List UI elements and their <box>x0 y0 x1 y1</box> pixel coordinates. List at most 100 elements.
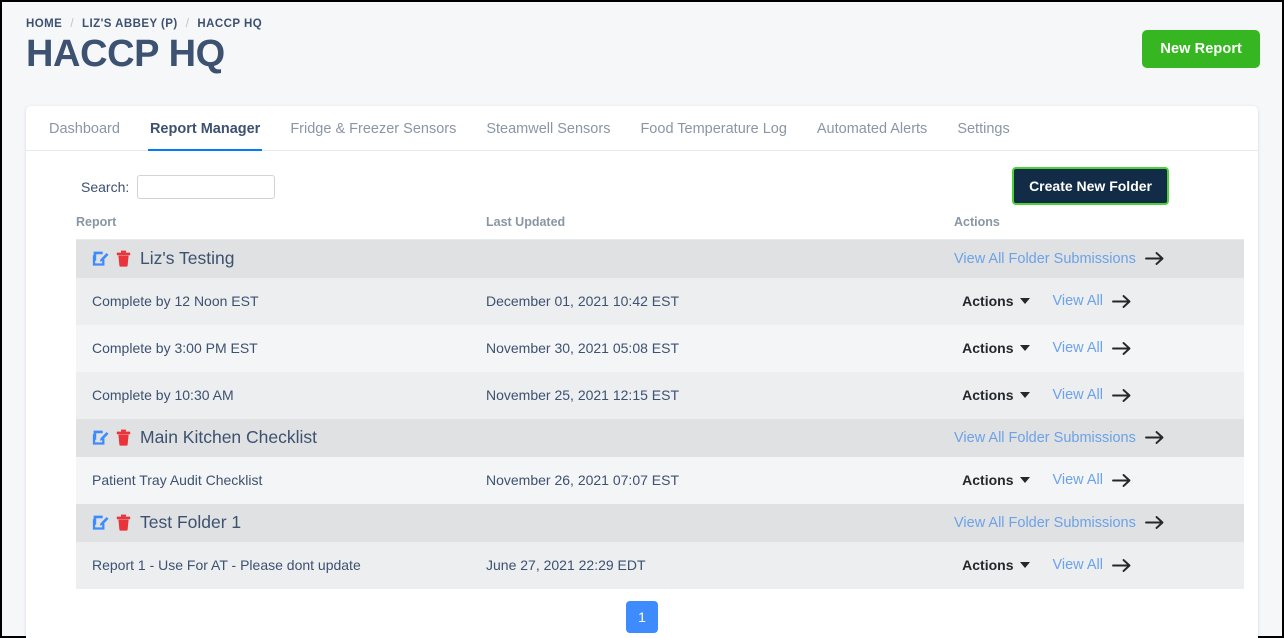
view-all-link[interactable]: View All <box>1052 340 1132 356</box>
row-actions-cell: Actions View All <box>954 456 1244 504</box>
create-new-folder-button[interactable]: Create New Folder <box>1012 167 1169 205</box>
search-input[interactable] <box>137 175 276 199</box>
arrow-right-icon <box>1112 473 1132 488</box>
trash-icon[interactable] <box>116 429 131 446</box>
view-all-link[interactable]: View All <box>1052 472 1132 488</box>
last-updated-cell: November 30, 2021 05:08 EST <box>486 324 954 372</box>
new-report-button[interactable]: New Report <box>1142 30 1260 68</box>
view-all-link[interactable]: View All <box>1052 387 1132 403</box>
view-all-folder-submissions-label: View All Folder Submissions <box>954 250 1136 267</box>
report-name-cell: Complete by 3:00 PM EST <box>76 324 486 372</box>
table-body: Liz's Testing View All Folder Submissions… <box>76 239 1244 589</box>
folder-actions-cell: View All Folder Submissions <box>954 418 1244 457</box>
report-name: Complete by 3:00 PM EST <box>92 340 258 356</box>
table-row: Complete by 12 Noon EST December 01, 2021… <box>76 277 1244 325</box>
folder-name-cell: Main Kitchen Checklist <box>76 418 954 457</box>
breadcrumb-item-current: HACCP HQ <box>197 18 263 30</box>
pagination: 1 <box>42 600 1242 633</box>
actions-dropdown-label: Actions <box>962 293 1014 309</box>
chevron-down-icon <box>1020 298 1031 304</box>
actions-dropdown-label: Actions <box>962 387 1014 403</box>
arrow-right-icon <box>1112 341 1132 356</box>
breadcrumb-separator: / <box>70 18 74 30</box>
column-header-report: Report <box>76 209 486 240</box>
row-actions-cell: Actions View All <box>954 277 1244 325</box>
actions-dropdown-label: Actions <box>962 557 1014 573</box>
arrow-right-icon <box>1112 388 1132 403</box>
view-all-label: View All <box>1052 340 1103 356</box>
tab-steamwell-sensors[interactable]: Steamwell Sensors <box>471 106 625 150</box>
last-updated-value: November 26, 2021 07:07 EST <box>486 472 680 488</box>
view-all-folder-submissions-link[interactable]: View All Folder Submissions <box>954 430 1244 446</box>
breadcrumb-item-home[interactable]: HOME <box>26 18 62 30</box>
view-all-folder-submissions-link[interactable]: View All Folder Submissions <box>954 515 1244 531</box>
tab-bar: Dashboard Report Manager Fridge & Freeze… <box>26 106 1258 151</box>
table-row: Complete by 10:30 AM November 25, 2021 12… <box>76 371 1244 419</box>
breadcrumb-item-org[interactable]: LIZ'S ABBEY (P) <box>82 18 178 30</box>
view-all-folder-submissions-label: View All Folder Submissions <box>954 514 1136 531</box>
tab-automated-alerts[interactable]: Automated Alerts <box>802 106 942 150</box>
view-all-link[interactable]: View All <box>1052 557 1132 573</box>
trash-icon[interactable] <box>116 250 131 267</box>
actions-dropdown[interactable]: Actions <box>962 293 1031 309</box>
actions-dropdown[interactable]: Actions <box>962 472 1031 488</box>
folder-actions-cell: View All Folder Submissions <box>954 239 1244 278</box>
actions-dropdown[interactable]: Actions <box>962 387 1031 403</box>
view-all-label: View All <box>1052 472 1103 488</box>
folder-name: Liz's Testing <box>140 248 235 269</box>
arrow-right-icon <box>1144 430 1165 445</box>
card-body: Search: Create New Folder Report Last Up… <box>26 151 1258 638</box>
report-name-cell: Patient Tray Audit Checklist <box>76 456 486 504</box>
last-updated-value: November 30, 2021 05:08 EST <box>486 340 680 356</box>
table-row: Patient Tray Audit Checklist November 26,… <box>76 456 1244 504</box>
folder-name: Main Kitchen Checklist <box>140 427 318 447</box>
chevron-down-icon <box>1020 392 1031 398</box>
pagination-page-1[interactable]: 1 <box>626 600 658 633</box>
actions-dropdown-label: Actions <box>962 472 1014 488</box>
last-updated-value: June 27, 2021 22:29 EDT <box>486 557 646 573</box>
folder-name-cell: Test Folder 1 <box>76 503 954 542</box>
chevron-down-icon <box>1020 477 1031 483</box>
report-name: Patient Tray Audit Checklist <box>92 472 263 488</box>
view-all-label: View All <box>1052 293 1103 309</box>
page-title: HACCP HQ <box>26 33 225 75</box>
actions-dropdown[interactable]: Actions <box>962 340 1031 356</box>
tab-food-temperature-log[interactable]: Food Temperature Log <box>625 106 801 150</box>
last-updated-cell: December 01, 2021 10:42 EST <box>486 277 954 325</box>
last-updated-value: November 25, 2021 12:15 EST <box>486 387 680 403</box>
tab-settings[interactable]: Settings <box>942 106 1024 150</box>
report-name-cell: Complete by 12 Noon EST <box>76 277 486 325</box>
arrow-right-icon <box>1144 251 1165 266</box>
table-row: Complete by 3:00 PM EST November 30, 2021… <box>76 324 1244 372</box>
report-name: Complete by 10:30 AM <box>92 387 234 403</box>
view-all-label: View All <box>1052 387 1103 403</box>
table-row: Report 1 - Use For AT - Please dont upda… <box>76 541 1244 589</box>
row-actions-cell: Actions View All <box>954 324 1244 372</box>
edit-icon[interactable] <box>92 514 109 531</box>
view-all-link[interactable]: View All <box>1052 293 1132 309</box>
arrow-right-icon <box>1144 515 1165 530</box>
report-manager-card: Dashboard Report Manager Fridge & Freeze… <box>26 106 1258 638</box>
last-updated-cell: November 26, 2021 07:07 EST <box>486 456 954 504</box>
edit-icon[interactable] <box>92 250 109 267</box>
report-name-cell: Report 1 - Use For AT - Please dont upda… <box>76 541 486 589</box>
column-header-last-updated: Last Updated <box>486 209 954 240</box>
actions-dropdown[interactable]: Actions <box>962 557 1031 573</box>
tab-fridge-freezer-sensors[interactable]: Fridge & Freezer Sensors <box>275 106 471 150</box>
folder-name-cell: Liz's Testing <box>76 239 954 278</box>
report-name: Complete by 12 Noon EST <box>92 293 259 309</box>
search-label: Search: <box>81 179 130 195</box>
table-toolbar: Search: Create New Folder <box>42 165 1242 209</box>
folder-actions-cell: View All Folder Submissions <box>954 503 1244 542</box>
view-all-folder-submissions-label: View All Folder Submissions <box>954 429 1136 446</box>
row-actions-cell: Actions View All <box>954 541 1244 589</box>
trash-icon[interactable] <box>116 514 131 531</box>
edit-icon[interactable] <box>92 429 109 446</box>
folder-row: Test Folder 1 View All Folder Submissions <box>76 503 1244 542</box>
chevron-down-icon <box>1020 345 1031 351</box>
tab-report-manager[interactable]: Report Manager <box>135 106 275 151</box>
tab-dashboard[interactable]: Dashboard <box>34 106 135 150</box>
column-header-actions: Actions <box>954 209 1244 240</box>
view-all-folder-submissions-link[interactable]: View All Folder Submissions <box>954 251 1244 267</box>
row-actions-cell: Actions View All <box>954 371 1244 419</box>
